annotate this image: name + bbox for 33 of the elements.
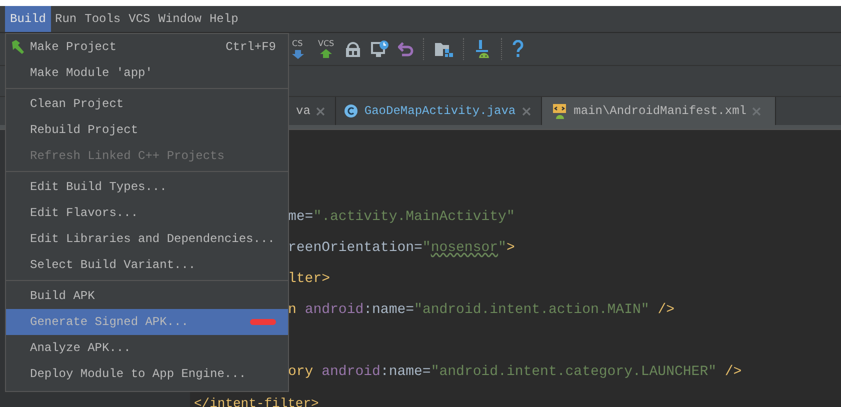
- menu-item[interactable]: Analyze APK...: [6, 335, 288, 361]
- menu-item[interactable]: Make Module 'app': [6, 60, 288, 86]
- close-icon[interactable]: [522, 106, 531, 116]
- close-icon[interactable]: [316, 106, 326, 116]
- menu-item[interactable]: Edit Build Types...: [6, 174, 288, 200]
- menu-title[interactable]: Run: [51, 6, 81, 32]
- editor-tab[interactable]: main\AndroidManifest.xml: [542, 97, 776, 125]
- menu-item[interactable]: Make Project Ctrl+F9: [6, 34, 288, 60]
- menu-item[interactable]: Deploy Module to App Engine...: [6, 361, 288, 387]
- menu-item[interactable]: Edit Flavors...: [6, 200, 288, 226]
- menu-item[interactable]: Rebuild Project: [6, 117, 288, 143]
- menu-item[interactable]: Build APK: [6, 283, 288, 309]
- sdk-manager-icon[interactable]: [474, 39, 492, 59]
- editor-tab[interactable]: GaoDeMapActivity.java: [336, 97, 542, 125]
- undo-icon[interactable]: [398, 40, 414, 58]
- menu-title[interactable]: Window: [154, 6, 206, 32]
- class-icon: [344, 104, 358, 118]
- help-icon[interactable]: [512, 40, 524, 58]
- menu-item[interactable]: Clean Project: [6, 91, 288, 117]
- code-line: lter>: [288, 271, 330, 287]
- code-line: n android:name="android.intent.action.MAIN" />: [288, 302, 675, 318]
- menu-title[interactable]: Tools: [80, 6, 125, 32]
- menu-title[interactable]: Help: [205, 6, 242, 32]
- menu-item[interactable]: Select Build Variant...: [6, 252, 288, 278]
- monitor-clock-icon[interactable]: [371, 40, 389, 58]
- menu-title[interactable]: Build: [5, 6, 52, 32]
- menu-item[interactable]: Edit Libraries and Dependencies...: [6, 226, 288, 252]
- code-line: reenOrientation="nosensor">: [288, 240, 515, 256]
- code-line: ory android:name="android.intent.category.LAUNCHER" />: [288, 364, 742, 380]
- menu-title[interactable]: VCS: [124, 6, 154, 32]
- code-line: </intent-filter>: [194, 396, 319, 407]
- project-structure-icon[interactable]: [434, 40, 454, 58]
- android-xml-icon: [552, 103, 568, 119]
